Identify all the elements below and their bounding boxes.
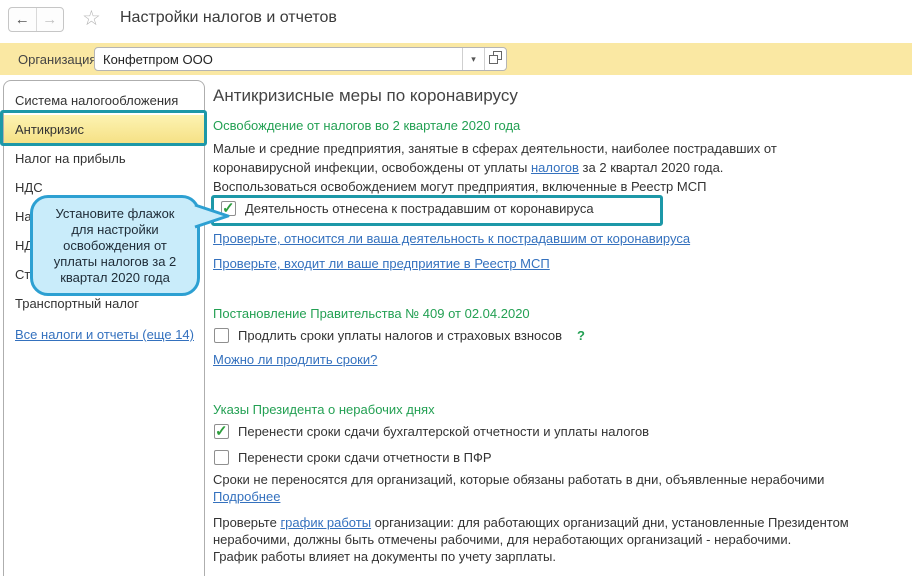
schedule-line2: нерабочими, должны быть отмечены рабочим… xyxy=(213,532,792,547)
exemption-section-heading: Освобождение от налогов во 2 квартале 20… xyxy=(213,118,521,133)
taxes-link[interactable]: налогов xyxy=(531,160,579,175)
content-title: Антикризисные меры по коронавирусу xyxy=(213,86,518,105)
postpone-accounting-row: Перенести сроки сдачи бухгалтерской отче… xyxy=(214,422,650,440)
organization-combobox[interactable]: Конфетпром ООО ▾ xyxy=(94,47,507,71)
exemption-line2-post: за 2 квартал 2020 года. xyxy=(578,160,724,175)
organization-label: Организация: xyxy=(18,52,101,67)
organization-bar: Организация: Конфетпром ООО ▾ xyxy=(0,43,912,75)
can-extend-link[interactable]: Можно ли продлить сроки? xyxy=(213,352,377,367)
more-details-link[interactable]: Подробнее xyxy=(213,489,280,504)
activity-affected-row: Деятельность отнесена к пострадавшим от … xyxy=(221,199,594,217)
page-title: Настройки налогов и отчетов xyxy=(120,9,337,26)
decree-section-heading: Постановление Правительства № 409 от 02.… xyxy=(213,306,530,321)
check-msp-registry-link[interactable]: Проверьте, входит ли ваше предприятие в … xyxy=(213,256,550,271)
exemption-line3: Воспользоваться освобождением могут пред… xyxy=(213,179,707,194)
postpone-pfr-label: Перенести сроки сдачи отчетности в ПФР xyxy=(238,450,492,465)
schedule-line1: Проверьте график работы организации: для… xyxy=(213,514,912,531)
president-section-heading: Указы Президента о нерабочих днях xyxy=(213,402,435,417)
sidebar-item-tax-system[interactable]: Система налогообложения xyxy=(4,86,204,115)
work-schedule-link[interactable]: график работы xyxy=(280,515,371,530)
help-question-mark[interactable]: ? xyxy=(577,328,585,343)
exemption-line1: Малые и средние предприятия, занятые в с… xyxy=(213,141,777,156)
postpone-accounting-label: Перенести сроки сдачи бухгалтерской отче… xyxy=(238,424,650,439)
postpone-pfr-row: Перенести сроки сдачи отчетности в ПФР xyxy=(214,450,492,465)
callout-tail-icon xyxy=(194,203,230,229)
favorite-star-icon[interactable]: ☆ xyxy=(82,6,101,31)
postpone-accounting-checkbox[interactable] xyxy=(214,422,229,440)
forward-button[interactable]: → xyxy=(37,8,64,31)
exemption-line2: коронавирусной инфекции, освобождены от … xyxy=(213,158,903,177)
schedule-line3: График работы влияет на документы по уче… xyxy=(213,549,556,564)
organization-open-button[interactable] xyxy=(484,48,506,70)
activity-affected-label: Деятельность отнесена к пострадавшим от … xyxy=(245,201,594,216)
organization-dropdown-button[interactable]: ▾ xyxy=(462,48,484,70)
all-taxes-link[interactable]: Все налоги и отчеты (еще 14) xyxy=(4,322,204,348)
schedule-paragraph: Проверьте график работы организации: для… xyxy=(213,514,912,565)
back-button[interactable]: ← xyxy=(9,8,37,31)
organization-value[interactable]: Конфетпром ООО xyxy=(95,48,462,70)
open-form-icon xyxy=(489,51,502,67)
schedule-line1-pre: Проверьте xyxy=(213,515,281,530)
check-activity-link[interactable]: Проверьте, относится ли ваша деятельност… xyxy=(213,231,690,246)
extend-deadlines-label: Продлить сроки уплаты налогов и страховы… xyxy=(238,328,563,343)
extend-deadlines-checkbox[interactable] xyxy=(214,328,229,343)
nav-button-group: ← → xyxy=(8,7,64,32)
top-toolbar: ← → ☆ Настройки налогов и отчетов xyxy=(0,0,912,43)
extend-deadlines-row: Продлить сроки уплаты налогов и страховы… xyxy=(214,328,585,343)
callout-bubble: Установите флажок для настройки освобожд… xyxy=(30,195,200,296)
forward-arrow-icon: → xyxy=(42,11,58,28)
back-arrow-icon: ← xyxy=(14,11,30,28)
callout-text: Установите флажок для настройки освобожд… xyxy=(53,205,177,285)
deadlines-note: Сроки не переносятся для организаций, ко… xyxy=(213,472,825,487)
postpone-pfr-checkbox[interactable] xyxy=(214,450,229,465)
schedule-line1-post: организации: для работающих организаций … xyxy=(371,515,849,530)
chevron-down-icon: ▾ xyxy=(471,53,476,64)
tax-settings-sidebar: Система налогообложения Антикризис Налог… xyxy=(3,80,205,576)
exemption-line2-pre: коронавирусной инфекции, освобождены от … xyxy=(213,160,531,175)
sidebar-item-anticrisis[interactable]: Антикризис xyxy=(4,115,204,144)
sidebar-item-profit-tax[interactable]: Налог на прибыль xyxy=(4,144,204,173)
exemption-paragraph: Малые и средние предприятия, занятые в с… xyxy=(213,139,903,196)
